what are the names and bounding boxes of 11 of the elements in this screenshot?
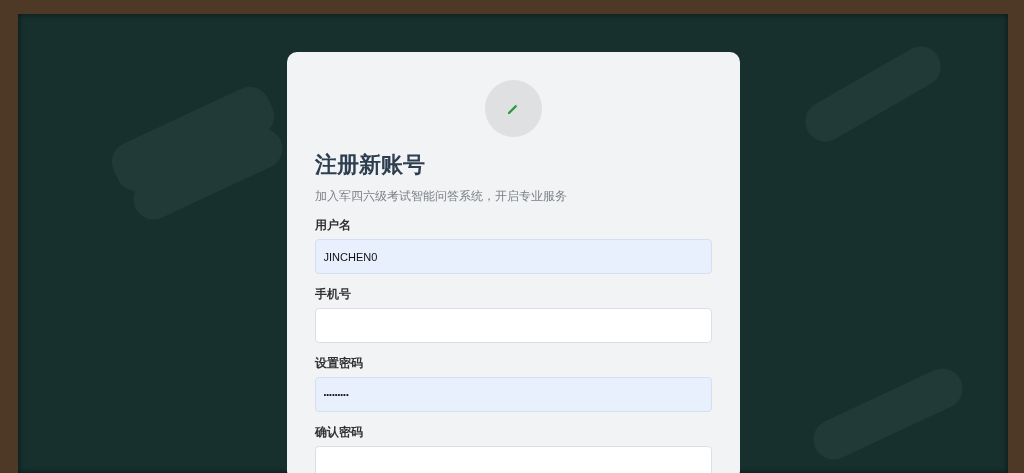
form-subtitle: 加入军四六级考试智能问答系统，开启专业服务 (314, 188, 567, 204)
field-label: 确认密码 (314, 424, 363, 441)
field-label: 手机号 (314, 286, 351, 303)
username-field[interactable]: JINCHEN0 (314, 239, 712, 274)
field-label: 用户名 (314, 217, 351, 234)
pencil-icon (507, 102, 519, 115)
phone-field[interactable] (314, 308, 712, 343)
form-title: 注册新账号 (314, 151, 425, 179)
field-label: 设置密码 (314, 355, 363, 372)
password-field[interactable]: ••••••••• (314, 377, 712, 412)
password-field[interactable] (314, 446, 712, 473)
